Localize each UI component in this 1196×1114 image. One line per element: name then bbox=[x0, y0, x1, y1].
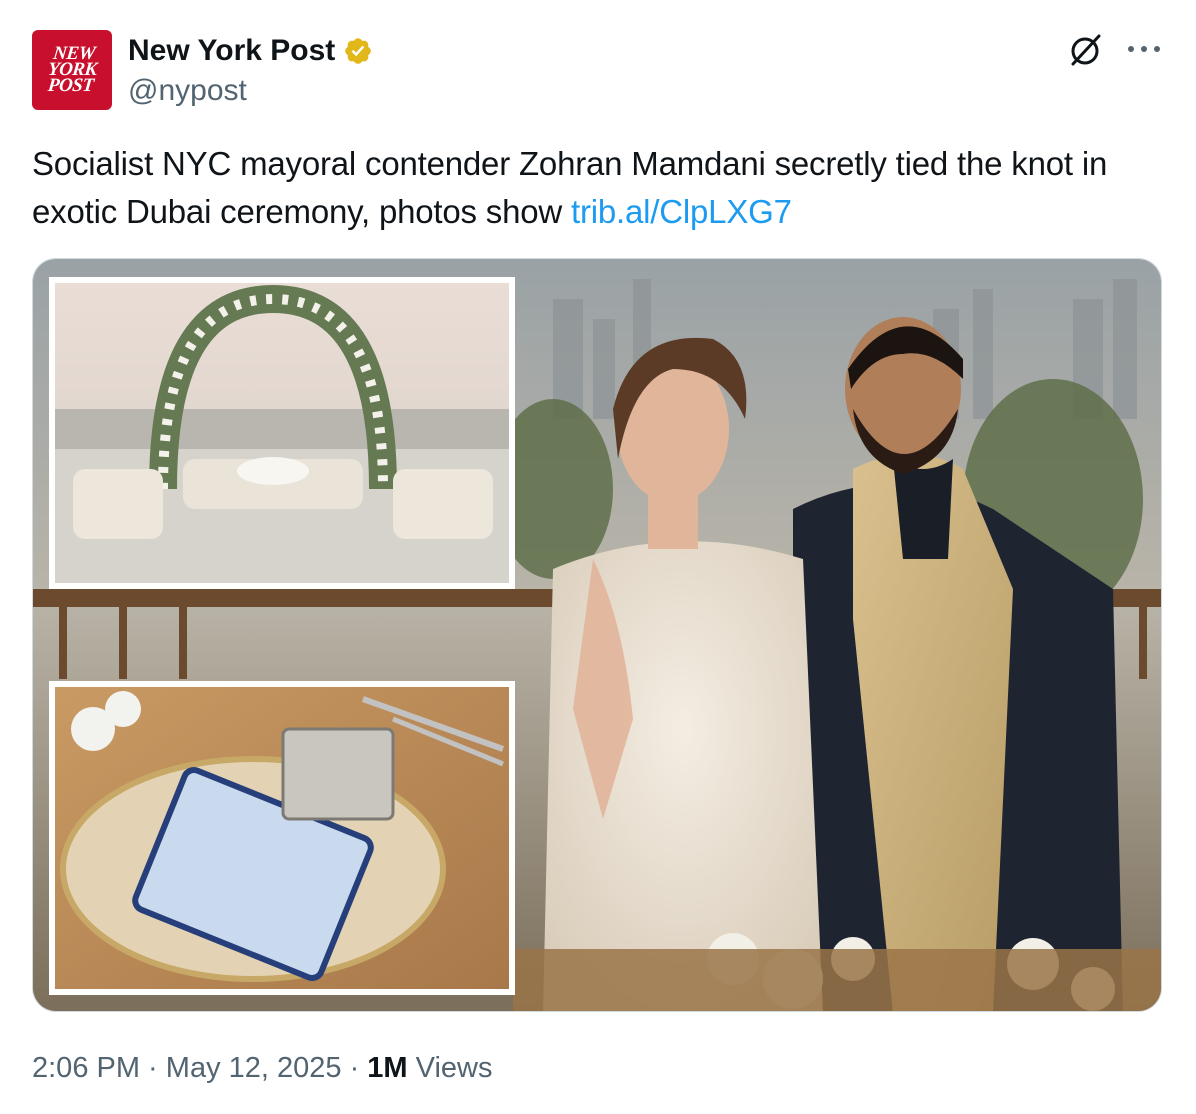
tweet-link[interactable]: trib.al/ClpLXG7 bbox=[571, 193, 792, 230]
tweet-date[interactable]: May 12, 2025 bbox=[166, 1052, 342, 1084]
handle[interactable]: @nypost bbox=[128, 74, 247, 108]
meta-separator-2: · bbox=[341, 1052, 368, 1084]
verified-badge-icon bbox=[345, 38, 372, 64]
tweet-body: Socialist NYC mayoral contender Zohran M… bbox=[32, 145, 1108, 230]
tweet-time[interactable]: 2:06 PM bbox=[32, 1052, 140, 1084]
display-name[interactable]: New York Post bbox=[128, 34, 335, 68]
views-label: Views bbox=[407, 1052, 493, 1084]
inset-ceremony-photo bbox=[49, 277, 515, 589]
media-image bbox=[33, 259, 1161, 1011]
more-icon[interactable] bbox=[1124, 38, 1164, 60]
views-count: 1M bbox=[367, 1052, 408, 1084]
tweet-meta: 2:06 PM · May 12, 2025 · 1M Views bbox=[32, 1048, 492, 1088]
tweet-text: Socialist NYC mayoral contender Zohran M… bbox=[32, 140, 1172, 236]
avatar[interactable]: NEW YORK POST bbox=[32, 30, 112, 110]
tweet-card: NEW YORK POST New York Post @nypost Soci… bbox=[0, 0, 1196, 1114]
inset-table-photo bbox=[49, 681, 515, 995]
avatar-logo: NEW YORK POST bbox=[46, 43, 98, 96]
tweet-media[interactable] bbox=[32, 258, 1162, 1012]
grok-icon[interactable] bbox=[1068, 32, 1104, 68]
meta-separator: · bbox=[140, 1052, 166, 1084]
name-row: New York Post bbox=[128, 34, 373, 68]
